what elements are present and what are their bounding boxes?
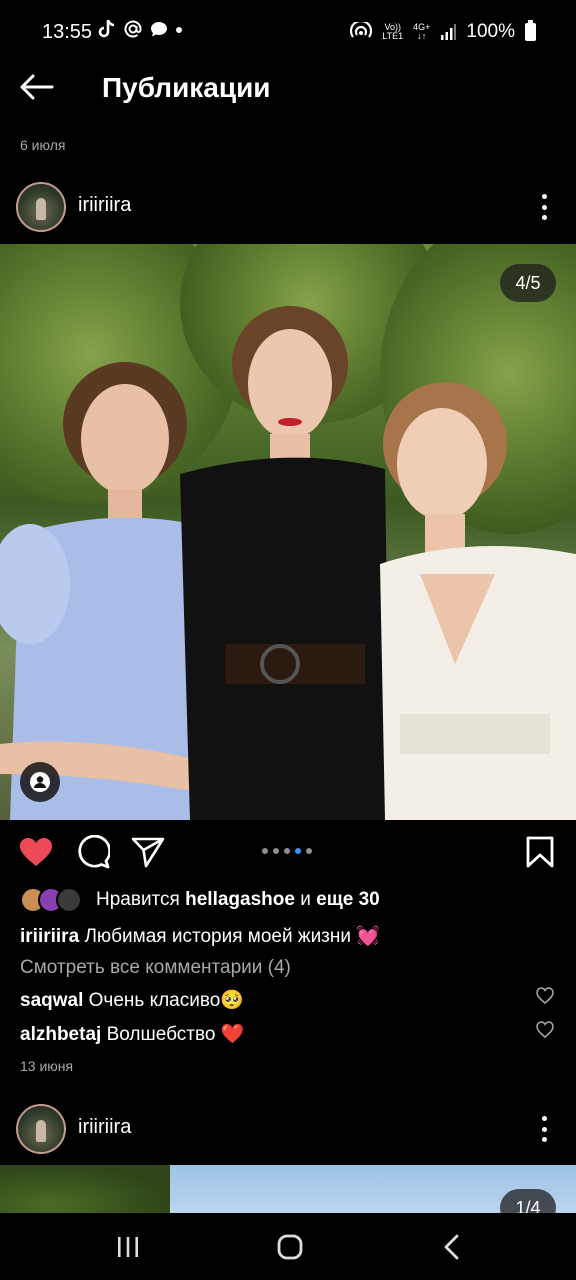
next-post-photo[interactable]: 1/4 [0, 1165, 576, 1215]
next-more-options-button[interactable] [532, 1112, 556, 1146]
status-time: 13:55 [42, 21, 93, 43]
post-photo[interactable]: 4/5 [0, 244, 576, 820]
likes-user[interactable]: hellagashoe [185, 889, 295, 911]
hotspot-icon [350, 22, 373, 38]
volte-indicator: Vo)) LTE1 [382, 23, 403, 41]
more-icon [541, 194, 547, 199]
date-label: 6 июля [20, 137, 66, 153]
photo-tree [0, 1165, 170, 1215]
more-icon [541, 1116, 547, 1121]
nav-back-icon [444, 1234, 459, 1260]
network-type-indicator: 4G+ ↓↑ [413, 23, 430, 41]
user-tag-icon [30, 772, 50, 792]
post-actions [0, 828, 576, 876]
more-icon-dot [541, 1137, 547, 1142]
bookmark-button[interactable] [520, 832, 560, 872]
comment-like-icon[interactable] [536, 987, 554, 1005]
comment-text: Очень класиво🥺 [88, 990, 244, 1011]
heart-icon [20, 838, 52, 866]
bookmark-icon [526, 836, 554, 868]
comment-like-icon[interactable] [536, 1021, 554, 1039]
carousel-dot [306, 848, 312, 854]
avatar[interactable] [16, 1104, 66, 1154]
data-arrows-icon: ↓↑ [417, 31, 427, 41]
home-button[interactable] [270, 1231, 310, 1263]
status-system-icons: Vo)) LTE1 4G+ ↓↑ 100% [350, 20, 536, 43]
caption-username[interactable]: iriiriira [20, 926, 79, 947]
post-date: 13 июня [20, 1058, 74, 1074]
likes-summary[interactable]: Нравится hellagashoe и еще 30 [20, 886, 380, 914]
view-comments-link[interactable]: Смотреть все комментарии (4) [20, 957, 291, 979]
more-icon-dot [541, 1126, 547, 1132]
avatar[interactable] [16, 182, 66, 232]
tagged-users-button[interactable] [20, 762, 60, 802]
battery-icon [525, 20, 536, 41]
caption-text: Любимая история моей жизни 💓 [84, 926, 380, 947]
status-notification-icons [98, 19, 183, 39]
liker-avatars [20, 887, 82, 913]
next-photo-counter-badge: 1/4 [500, 1189, 556, 1215]
next-post-username[interactable]: iriiriira [78, 1116, 131, 1139]
share-button[interactable] [128, 832, 168, 872]
tiktok-icon [98, 19, 115, 38]
dot-icon [176, 27, 182, 33]
like-button[interactable] [16, 832, 56, 872]
app-bar: Публикации [0, 64, 576, 114]
more-icon-dot [541, 204, 547, 210]
post-caption: iriiriira Любимая история моей жизни 💓 [20, 924, 380, 948]
nav-back-button[interactable] [432, 1231, 472, 1263]
more-options-button[interactable] [532, 190, 556, 224]
at-sign-icon [124, 20, 142, 38]
back-arrow-icon [20, 74, 54, 100]
carousel-dot-active [295, 848, 301, 854]
back-button[interactable] [18, 72, 62, 108]
lte-label: LTE1 [382, 31, 404, 41]
likes-and: и [300, 889, 311, 910]
recents-button[interactable] [108, 1231, 148, 1263]
liker-avatar [56, 887, 82, 913]
home-icon [277, 1234, 303, 1260]
page-title: Публикации [102, 72, 271, 103]
post-username[interactable]: iriiriira [78, 194, 131, 217]
carousel-dot [284, 848, 290, 854]
photo-person-right [380, 382, 576, 820]
comment-text: Волшебство ❤️ [106, 1024, 245, 1045]
comment-button[interactable] [73, 832, 113, 872]
recents-icon [118, 1237, 138, 1257]
comment-username[interactable]: saqwal [20, 990, 83, 1011]
carousel-indicator [262, 848, 312, 854]
carousel-dot [273, 848, 279, 854]
share-icon [131, 837, 165, 868]
more-icon-dot [541, 215, 547, 220]
system-nav-bar [0, 1213, 576, 1280]
signal-icon [441, 24, 457, 40]
photo-counter-badge: 4/5 [500, 264, 556, 302]
next-post-header: iriiriira [0, 1104, 576, 1164]
carousel-dot [262, 848, 268, 854]
likes-more[interactable]: еще 30 [316, 889, 380, 911]
likes-prefix: Нравится [96, 889, 180, 910]
post-header: iriiriira [0, 182, 576, 242]
comment-item: saqwal Очень класиво🥺 [20, 988, 244, 1012]
battery-percent: 100% [466, 21, 515, 42]
chat-bubble-icon [151, 22, 167, 37]
comment-username[interactable]: alzhbetaj [20, 1024, 101, 1045]
comment-icon [78, 835, 110, 869]
status-bar: 13:55 Vo)) LTE1 4G+ ↓↑ 100% [0, 0, 576, 64]
comment-item: alzhbetaj Волшебство ❤️ [20, 1022, 244, 1046]
